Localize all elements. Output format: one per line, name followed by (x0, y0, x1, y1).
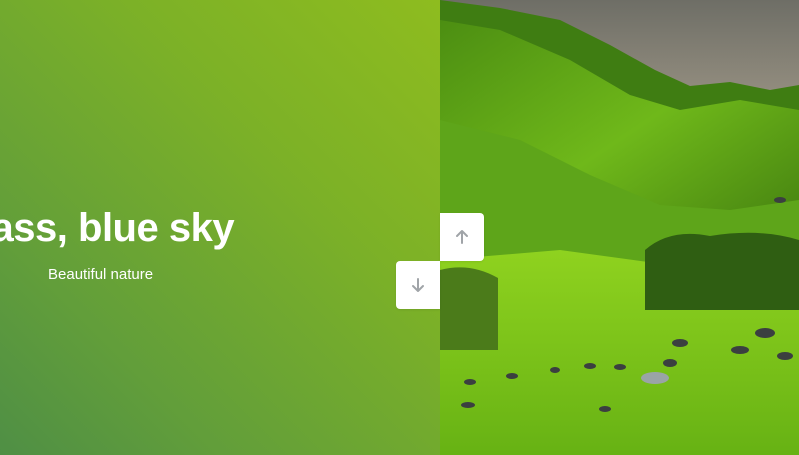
scroll-up-button[interactable] (440, 213, 484, 261)
text-slide-panel: n grass, blue sky Beautiful nature (0, 0, 440, 455)
slide-subtitle: Beautiful nature (48, 266, 154, 283)
landscape-image (440, 0, 799, 455)
landscape-photo (440, 0, 799, 455)
scroll-down-button[interactable] (396, 261, 440, 309)
arrow-down-icon (412, 278, 424, 292)
arrow-up-icon (456, 230, 468, 244)
slide-title: n grass, blue sky (0, 206, 235, 250)
